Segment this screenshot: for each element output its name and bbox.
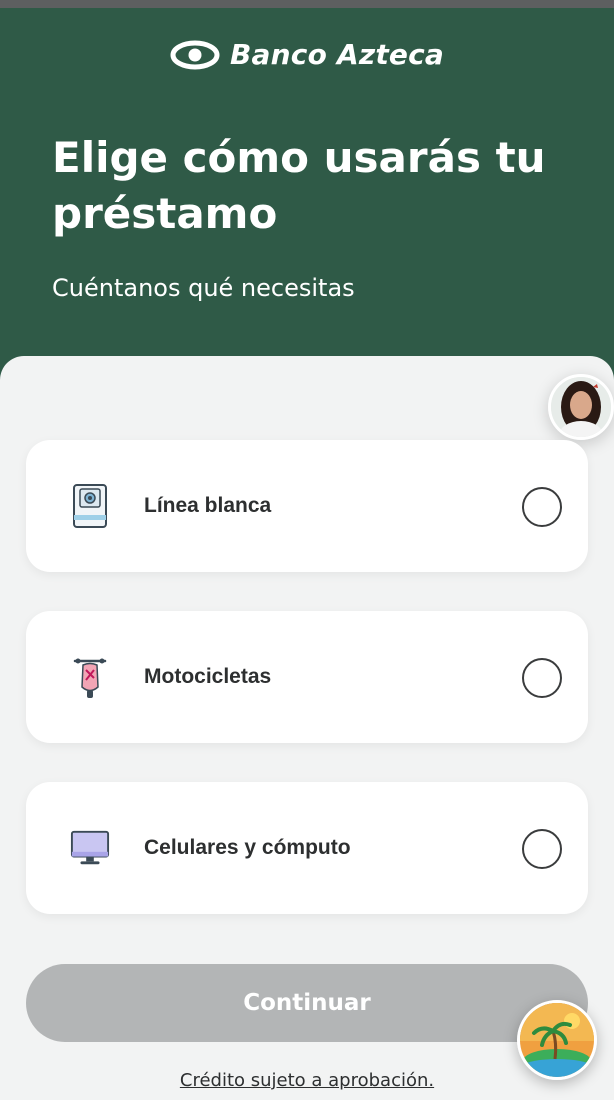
option-label: Línea blanca (144, 494, 272, 517)
brand-name: Banco Azteca (230, 38, 444, 71)
assistant-avatar-icon[interactable] (548, 374, 614, 440)
motorcycle-icon (70, 653, 110, 701)
option-celulares-computo[interactable]: Celulares y cómputo (26, 782, 588, 914)
option-radio[interactable] (522, 658, 562, 698)
top-strip (0, 0, 614, 8)
header: Banco Azteca Elige cómo usarás tu présta… (0, 8, 614, 408)
option-linea-blanca[interactable]: Línea blanca (26, 440, 588, 572)
eye-logo-icon (170, 40, 220, 69)
option-radio[interactable] (522, 829, 562, 869)
computer-monitor-icon (70, 824, 110, 872)
continue-button[interactable]: Continuar (26, 964, 588, 1042)
brand: Banco Azteca (0, 38, 614, 71)
option-label: Motocicletas (144, 665, 272, 688)
disclaimer-link[interactable]: Crédito sujeto a aprobación. (0, 1070, 614, 1091)
washing-machine-icon (70, 482, 110, 530)
page-subtitle: Cuéntanos qué necesitas (52, 274, 355, 302)
beach-promo-icon[interactable] (517, 1000, 597, 1080)
option-radio[interactable] (522, 487, 562, 527)
option-label: Celulares y cómputo (144, 836, 351, 859)
option-motocicletas[interactable]: Motocicletas (26, 611, 588, 743)
page-title: Elige cómo usarás tu préstamo (52, 133, 546, 238)
